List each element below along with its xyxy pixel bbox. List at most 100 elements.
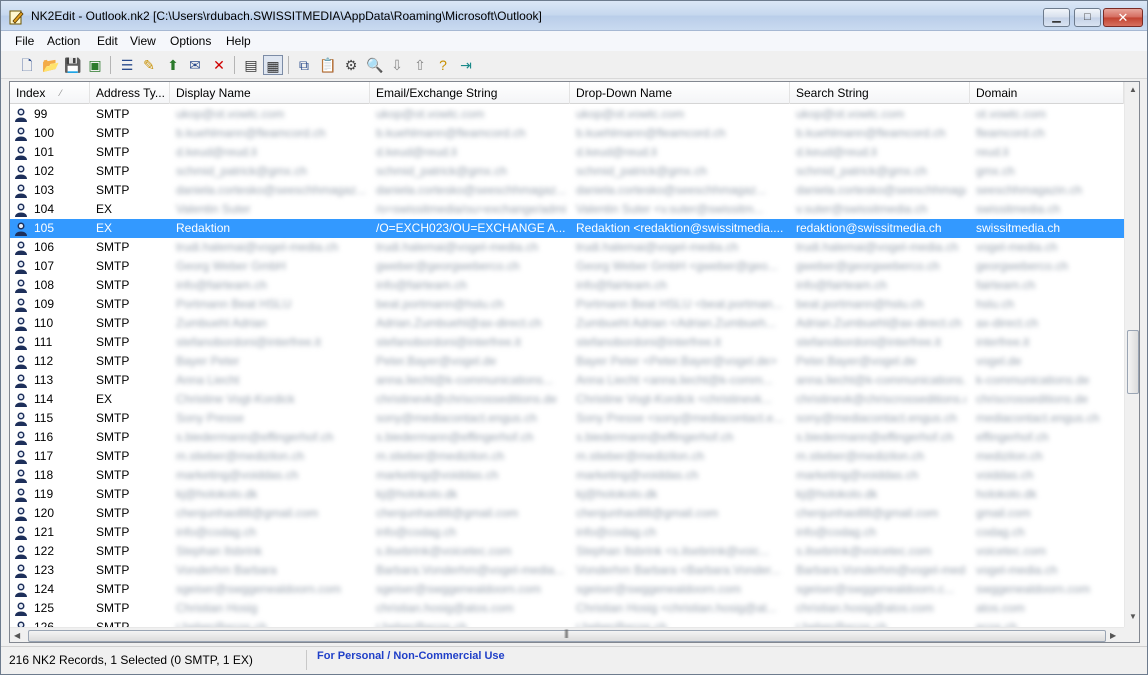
title-bar[interactable]: NK2Edit - Outlook.nk2 [C:\Users\rdubach.… <box>1 1 1147 31</box>
table-row[interactable]: 126 SMTP r.heber@ecos.ch r.heber@ecos.ch r.h… <box>10 618 1124 627</box>
contact-icon <box>15 108 27 122</box>
view-table-icon[interactable]: ▦ <box>263 55 283 75</box>
cell-dropdown-name: Georg Weber GmbH <gweber@geo... <box>576 259 778 273</box>
scroll-right-icon[interactable]: ▶ <box>1110 631 1116 640</box>
table-row[interactable]: 103 SMTP daniela.cortesko@seeschhmagaz... d… <box>10 181 1124 200</box>
column-dropdown-name[interactable]: Drop-Down Name <box>570 82 790 104</box>
table-row[interactable]: 109 SMTP Portmann Beat HSLU beat.portmann@h… <box>10 295 1124 314</box>
table-row[interactable]: 120 SMTP chenjunhao88@gmail.com chenjunhao8… <box>10 504 1124 523</box>
contact-icon <box>15 393 27 407</box>
paste-icon[interactable]: 📋 <box>318 55 338 75</box>
add-from-book-icon[interactable]: ⬆ <box>163 55 183 75</box>
contact-icon <box>15 412 27 426</box>
delete-icon[interactable]: ✕ <box>209 55 229 75</box>
horizontal-scroll-thumb[interactable]: ||| <box>28 628 1106 642</box>
table-row[interactable]: 104 EX Valentin Suter/o=swissitmedia/ou=ex… <box>10 200 1124 219</box>
table-row[interactable]: 108 SMTP info@fairteam.ch info@fairteam.ch i… <box>10 276 1124 295</box>
table-row[interactable]: 100 SMTP b.kuehlmann@fleamcord.ch b.kuehlma… <box>10 124 1124 143</box>
menu-edit[interactable]: Edit <box>97 34 118 48</box>
cell-search-string: d.keud@reud.li <box>796 145 877 159</box>
cell-search-string: redaktion@swissitmedia.ch <box>796 221 942 235</box>
table-row[interactable]: 121 SMTP info@codag.ch info@codag.ch info@co… <box>10 523 1124 542</box>
column-email-exchange[interactable]: Email/Exchange String <box>370 82 570 104</box>
menu-help[interactable]: Help <box>226 34 251 48</box>
table-row[interactable]: 114 EX Christine Vogt-Kordick christinevk@c… <box>10 390 1124 409</box>
exit-icon[interactable]: ⇥ <box>456 55 476 75</box>
records-list[interactable]: Index ⁄ Address Ty... Display Name Email… <box>9 81 1140 643</box>
menu-file[interactable]: File <box>15 34 34 48</box>
table-row[interactable]: 106 SMTP trudi.halemai@vogel-media.ch trudi… <box>10 238 1124 257</box>
menu-options[interactable]: Options <box>170 34 211 48</box>
add-address-icon[interactable]: ✎ <box>139 55 159 75</box>
menu-view[interactable]: View <box>130 34 156 48</box>
properties-icon[interactable]: ☰ <box>117 55 137 75</box>
table-row[interactable]: 122 SMTP Stephan Ilsbrink s.ilsebrink@voice… <box>10 542 1124 561</box>
table-row[interactable]: 111 SMTP stefanobordoni@interfree.it stefan… <box>10 333 1124 352</box>
table-row[interactable]: 118 SMTP marketing@voiddas.ch marketing@voi… <box>10 466 1124 485</box>
table-row[interactable]: 102 SMTP schmid_patrick@gmx.ch schmid_patri… <box>10 162 1124 181</box>
help-icon[interactable]: ? <box>433 55 453 75</box>
cell-display-name: sgeiser@swggenealdoorn.com <box>176 582 341 596</box>
table-row[interactable]: 105 EX Redaktion/O=EXCH023/OU=EXCHANGE A..… <box>10 219 1124 238</box>
table-row[interactable]: 115 SMTP Sony Presse sony@mediacontact.engu… <box>10 409 1124 428</box>
minimize-button[interactable]: ▁ <box>1043 8 1070 27</box>
options-icon[interactable]: ⚙ <box>341 55 361 75</box>
cell-dropdown-name: s.biedermann@effingerhof.ch <box>576 430 734 444</box>
cell-domain: atos.com <box>976 601 1025 615</box>
view-list-icon[interactable]: ▤ <box>241 55 261 75</box>
contact-icon <box>15 260 27 274</box>
table-row[interactable]: 113 SMTP Anna Liecht anna.liecht@k-communic… <box>10 371 1124 390</box>
vertical-scrollbar[interactable]: ▲ ▼ <box>1124 82 1139 627</box>
cell-index: 126 <box>34 620 55 627</box>
cell-domain: chriscrosseditions.de <box>976 392 1089 406</box>
table-row[interactable]: 124 SMTP sgeiser@swggenealdoorn.com sgeiser… <box>10 580 1124 599</box>
contact-icon <box>15 564 27 578</box>
contact-icon <box>15 583 27 597</box>
edit-address-icon[interactable]: ✉ <box>185 55 205 75</box>
vertical-scroll-thumb[interactable] <box>1127 330 1139 394</box>
table-row[interactable]: 117 SMTP m.stieber@medizilon.ch m.stieber@m… <box>10 447 1124 466</box>
table-row[interactable]: 119 SMTP kj@holokolo.dk kj@holokolo.dk kj@ho… <box>10 485 1124 504</box>
cell-display-name: Zumbuehl Adrian <box>176 316 267 330</box>
cell-domain: seeschhmagazin.ch <box>976 183 1083 197</box>
column-address-type[interactable]: Address Ty... <box>90 82 170 104</box>
cell-dropdown-name: Vonderhm Barbara <Barbara.Vonder... <box>576 563 781 577</box>
menu-action[interactable]: Action <box>47 34 80 48</box>
table-row[interactable]: 110 SMTP Zumbuehl Adrian Adrian.Zumbuehl@ax… <box>10 314 1124 333</box>
save-icon[interactable]: 💾 <box>63 55 83 75</box>
open-folder-icon[interactable]: 📂 <box>41 55 61 75</box>
table-row[interactable]: 125 SMTP Christian Hosig christian.hosig@at… <box>10 599 1124 618</box>
table-row[interactable]: 101 SMTP d.keud@reud.li d.keud@reud.li d.keu… <box>10 143 1124 162</box>
scroll-up-icon[interactable]: ▲ <box>1129 85 1137 94</box>
column-display-name[interactable]: Display Name <box>170 82 370 104</box>
find-icon[interactable]: 🔍 <box>365 55 385 75</box>
scroll-down-icon[interactable]: ▼ <box>1129 612 1137 621</box>
maximize-button[interactable]: □ <box>1074 8 1101 27</box>
cell-domain: codag.ch <box>976 525 1025 539</box>
move-up-icon[interactable]: ⇧ <box>410 55 430 75</box>
new-file-icon[interactable]: 🗋 <box>17 55 37 75</box>
cell-dropdown-name: Valentin Suter <v.suter@swissitm... <box>576 202 764 216</box>
cell-dropdown-name: Christian Hosig <christian.hosig@at... <box>576 601 777 615</box>
column-index[interactable]: Index ⁄ <box>10 82 90 104</box>
column-search-string[interactable]: Search String <box>790 82 970 104</box>
cell-index: 101 <box>34 145 55 159</box>
column-domain[interactable]: Domain <box>970 82 1124 104</box>
table-row[interactable]: 112 SMTP Bayer Peter Peter.Bayer@vogel.de Ba… <box>10 352 1124 371</box>
cell-address-type: SMTP <box>96 601 130 615</box>
column-label: Index <box>16 86 46 100</box>
table-row[interactable]: 123 SMTP Vonderhm Barbara Barbara.Vonderhm@… <box>10 561 1124 580</box>
move-down-icon[interactable]: ⇩ <box>387 55 407 75</box>
app-icon <box>9 10 24 25</box>
table-row[interactable]: 99 SMTP ukop@ot.vowtc.com ukop@ot.vowtc.com… <box>10 105 1124 124</box>
table-row[interactable]: 107 SMTP Georg Weber GmbH gweber@georgweber… <box>10 257 1124 276</box>
scroll-left-icon[interactable]: ◀ <box>14 631 20 640</box>
table-row[interactable]: 116 SMTP s.biedermann@effingerhof.ch s.bied… <box>10 428 1124 447</box>
save-as-icon[interactable]: ▣ <box>85 55 105 75</box>
copy-icon[interactable]: ⧉ <box>294 55 314 75</box>
cell-email-exchange: info@codag.ch <box>376 525 457 539</box>
cell-address-type: SMTP <box>96 411 130 425</box>
horizontal-scrollbar[interactable]: ◀ ||| ▶ <box>10 627 1124 642</box>
close-button[interactable]: ✕ <box>1103 8 1143 27</box>
cell-email-exchange: marketing@voiddas.ch <box>376 468 499 482</box>
